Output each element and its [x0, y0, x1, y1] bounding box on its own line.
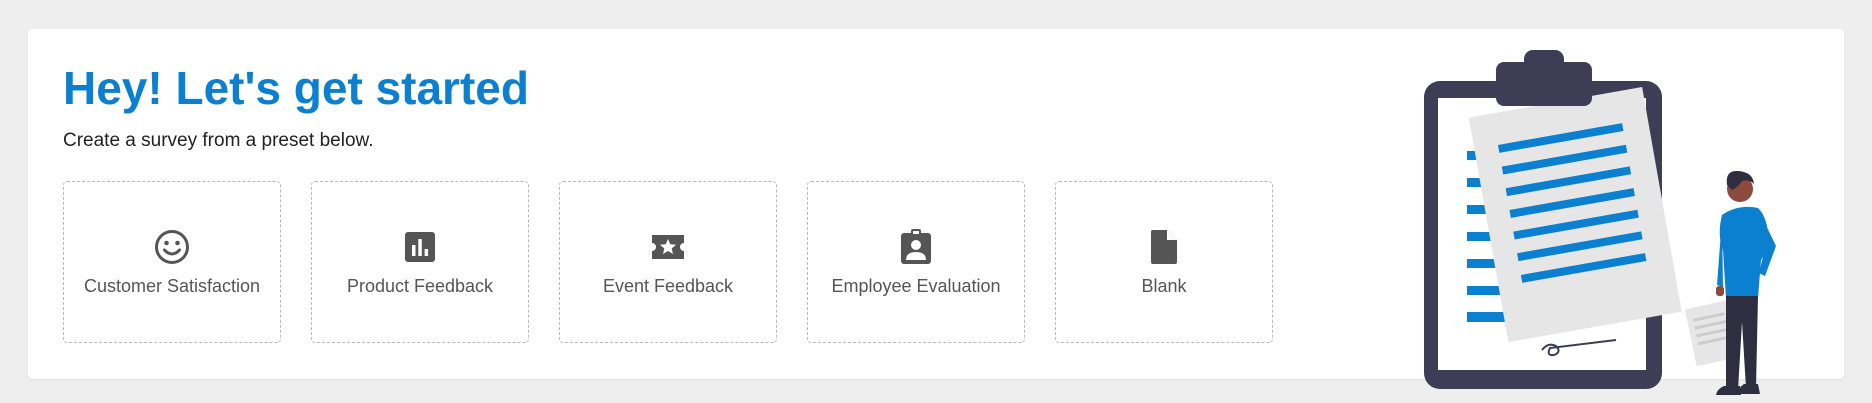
preset-label: Employee Evaluation	[831, 276, 1001, 296]
preset-employee-evaluation[interactable]: Employee Evaluation	[807, 181, 1025, 343]
person-figure	[1716, 170, 1776, 395]
preset-event-feedback[interactable]: Event Feedback	[559, 181, 777, 343]
preset-label: Blank	[1141, 276, 1187, 296]
preset-label: Customer Satisfaction	[83, 276, 261, 296]
blank-document-icon	[1144, 227, 1184, 267]
preset-customer-satisfaction[interactable]: Customer Satisfaction	[63, 181, 281, 343]
preset-blank[interactable]: Blank	[1055, 181, 1273, 343]
bar-chart-icon	[400, 227, 440, 267]
preset-label: Product Feedback	[346, 276, 494, 296]
page-subtitle: Create a survey from a preset below.	[63, 130, 374, 151]
preset-label: Event Feedback	[602, 276, 734, 296]
clipboard-illustration	[1424, 50, 1776, 395]
preset-list: Customer Satisfaction Product Feedback E…	[63, 181, 1273, 343]
badge-person-icon	[896, 227, 936, 267]
ticket-star-icon	[648, 227, 688, 267]
smiley-face-icon	[152, 227, 192, 267]
page-title: Hey! Let's get started	[63, 62, 529, 114]
preset-product-feedback[interactable]: Product Feedback	[311, 181, 529, 343]
